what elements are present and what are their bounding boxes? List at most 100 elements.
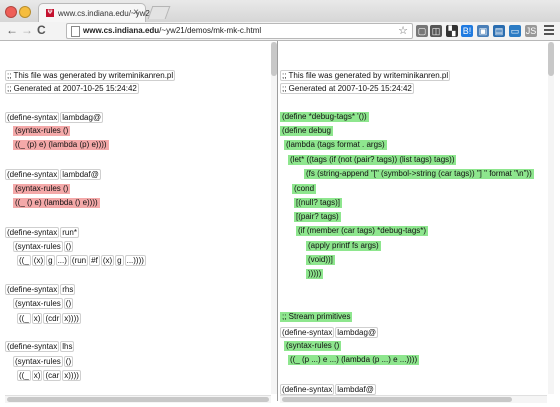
- right-horizontal-scrollbar[interactable]: [280, 395, 547, 403]
- code-token: (x): [31, 255, 46, 266]
- code-line: ;; This file was generated by writeminik…: [280, 70, 451, 81]
- right-vertical-scrollbar[interactable]: [548, 42, 554, 394]
- right-scroll-thumb[interactable]: [548, 42, 554, 76]
- code-line: (define-syntax lambdaf@: [5, 169, 102, 180]
- added-code: (fs (string-append "[" (symbol->string (…: [304, 169, 534, 179]
- code-token: g: [46, 255, 55, 266]
- code-line: (if (member (car tags) *debug-tags*): [296, 226, 429, 236]
- code-line: (syntax-rules (): [13, 126, 71, 136]
- added-code: ))))): [306, 269, 324, 279]
- code-token: ((_: [17, 370, 31, 381]
- code-line: ((_ (x) g...) (run #f (x) g...)))): [17, 255, 147, 266]
- right-hscroll-thumb[interactable]: [282, 397, 512, 402]
- code-line: (lambda (tags format . args): [284, 140, 387, 150]
- stack-icon[interactable]: ▚: [446, 25, 458, 37]
- removed-code: ((_ (p) e) (lambda (p) e)))): [13, 140, 109, 150]
- tab-title: www.cs.indiana.edu/~yw21: [58, 9, 155, 18]
- added-code: ;; Stream primitives: [280, 312, 353, 322]
- pocket-icon[interactable]: ◫: [430, 25, 442, 37]
- new-tab-button[interactable]: [147, 6, 171, 19]
- code-token: (define-syntax: [5, 169, 60, 180]
- address-bar[interactable]: www.cs.indiana.edu/~yw21/demos/mk-mk-c.h…: [66, 23, 413, 39]
- added-code: (let* ((tags (if (not (pair? tags)) (lis…: [288, 155, 457, 165]
- monitor-icon[interactable]: ▭: [509, 25, 521, 37]
- code-token: #f: [89, 255, 100, 266]
- code-token: ...)))): [124, 255, 146, 266]
- screen-icon[interactable]: ▣: [477, 25, 489, 37]
- minimize-window-button[interactable]: [19, 6, 31, 18]
- code-token: lambdag@: [60, 112, 104, 123]
- code-token: (x): [100, 255, 115, 266]
- left-diff-pane: ;; This file was generated by writeminik…: [5, 41, 271, 395]
- code-line: (let* ((tags (if (not (pair? tags)) (lis…: [288, 155, 457, 165]
- code-line: (define-syntax lhs: [5, 341, 75, 352]
- code-line: ;; Generated at 2007-10-25 15:24:42: [5, 83, 140, 94]
- code-line: ((_ x) (car x)))): [17, 370, 82, 381]
- code-line: ;; This file was generated by writeminik…: [5, 70, 176, 81]
- code-token: ...): [55, 255, 69, 266]
- code-line: (define-syntax lambdag@: [5, 112, 104, 123]
- code-token: (define-syntax: [5, 284, 60, 295]
- blue-b-icon[interactable]: B!: [461, 25, 473, 37]
- code-line: (syntax-rules(): [13, 356, 74, 367]
- code-line: ;; Stream primitives: [280, 312, 353, 322]
- code-token: (syntax-rules: [13, 241, 63, 252]
- code-token: (define-syntax: [280, 384, 335, 395]
- bookmark-star-icon[interactable]: ☆: [398, 24, 408, 37]
- code-token: (): [63, 356, 74, 367]
- code-token: g: [115, 255, 124, 266]
- close-window-button[interactable]: [5, 6, 17, 18]
- code-token: (run: [69, 255, 89, 266]
- code-token: (car: [43, 370, 62, 381]
- code-token: (define-syntax: [5, 341, 60, 352]
- code-token: (define-syntax: [5, 227, 60, 238]
- code-token: (cdr: [43, 313, 62, 324]
- code-token: (): [63, 298, 74, 309]
- code-token: run*: [60, 227, 79, 238]
- code-token: rhs: [60, 284, 76, 295]
- added-code: (define debug: [280, 126, 333, 136]
- removed-code: ((_ () e) (lambda () e)))): [13, 198, 100, 208]
- code-token: ((_: [17, 255, 31, 266]
- code-line: (define-syntax run*: [5, 227, 80, 238]
- added-code: (syntax-rules (): [284, 341, 342, 351]
- page-icon: [71, 26, 80, 37]
- left-horizontal-scrollbar[interactable]: [5, 395, 271, 403]
- browser-tab[interactable]: Ψ www.cs.indiana.edu/~yw21 ×: [38, 3, 154, 23]
- favicon-icon: Ψ: [46, 9, 54, 17]
- menu-icon[interactable]: [544, 25, 554, 37]
- code-line: ((_ () e) (lambda () e)))): [13, 198, 100, 208]
- code-line: (define-syntax lambdag@: [280, 327, 379, 338]
- image-icon[interactable]: ▤: [493, 25, 505, 37]
- save-icon[interactable]: ▢: [416, 25, 428, 37]
- code-line: (fs (string-append "[" (symbol->string (…: [304, 169, 534, 179]
- reload-button[interactable]: C: [37, 23, 46, 37]
- left-hscroll-thumb[interactable]: [7, 397, 269, 402]
- code-line: (syntax-rules(): [13, 298, 74, 309]
- code-token: x)))): [62, 370, 81, 381]
- code-token: (define-syntax: [5, 112, 60, 123]
- pane-divider[interactable]: [277, 41, 278, 401]
- code-token: ;; Generated at 2007-10-25 15:24:42: [5, 83, 139, 94]
- code-line: [(null? tags)]: [294, 198, 343, 208]
- added-code: (void))]: [306, 255, 335, 265]
- tab-close-icon[interactable]: ×: [133, 7, 139, 18]
- code-line: (cond: [292, 184, 317, 194]
- added-code: (cond: [292, 184, 317, 194]
- code-token: (syntax-rules: [13, 298, 63, 309]
- forward-button[interactable]: →: [21, 23, 33, 37]
- code-line: (define debug: [280, 126, 333, 136]
- code-token: lhs: [60, 341, 75, 352]
- code-token: x)))): [62, 313, 81, 324]
- code-line: (syntax-rules(): [13, 241, 74, 252]
- added-code: ((_ (p ...) e ...) (lambda (p ...) e ...…: [288, 355, 420, 365]
- back-button[interactable]: ←: [6, 23, 18, 37]
- js-icon[interactable]: JS: [525, 25, 537, 37]
- code-line: (void))]: [306, 255, 335, 265]
- code-token: ;; This file was generated by writeminik…: [280, 70, 451, 81]
- code-token: ((_: [17, 313, 31, 324]
- code-line: (syntax-rules (): [284, 341, 342, 351]
- code-line: ((_ x) (cdr x)))): [17, 313, 82, 324]
- code-line: ))))): [306, 269, 324, 279]
- code-token: ;; Generated at 2007-10-25 15:24:42: [280, 83, 414, 94]
